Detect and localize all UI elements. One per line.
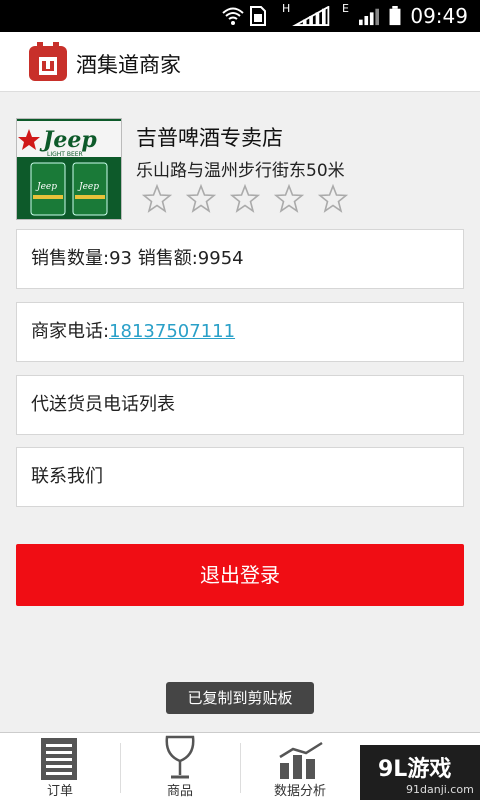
svg-text:Jeep: Jeep (35, 182, 57, 192)
shop-name: 吉普啤酒专卖店 (136, 126, 283, 150)
network-type-h: H (282, 2, 291, 15)
tab-analytics[interactable]: 数据分析 (240, 733, 360, 801)
list-icon (41, 738, 77, 780)
battery-icon (389, 6, 401, 26)
shop-header: Jeep LIGHT BEER Jeep Jeep 吉普啤酒专卖店 乐山路与温州… (16, 118, 466, 220)
sales-count-label: 销售数量: (31, 248, 110, 269)
tab-products-label: 商品 (166, 784, 193, 799)
phone-label: 商家电话: (31, 321, 110, 342)
wifi-icon (222, 7, 244, 25)
watermark-brand: 9L游戏 (378, 757, 452, 782)
signal-2-icon (359, 8, 379, 26)
app-logo-icon (29, 42, 67, 81)
tab-orders[interactable]: 订单 (0, 733, 120, 801)
svg-text:Jeep: Jeep (77, 182, 99, 192)
sim-card-icon (250, 6, 266, 26)
bar-chart-icon (279, 741, 323, 779)
delivery-phones-label: 代送货员电话列表 (31, 394, 175, 415)
signal-icon (292, 6, 330, 26)
watermark-site: 91danji.com (406, 783, 474, 796)
status-bar: H E 09:49 (0, 0, 480, 32)
svg-text:LIGHT BEER: LIGHT BEER (47, 151, 83, 158)
delivery-phones-row[interactable]: 代送货员电话列表 (16, 375, 464, 435)
site-watermark: 9L游戏 91danji.com (360, 745, 480, 800)
sales-amount-label: 销售额: (137, 248, 198, 269)
star-icon (318, 184, 348, 213)
sales-stats-box: 销售数量:93 销售额:9954 (16, 229, 464, 289)
logout-button[interactable]: 退出登录 (16, 544, 464, 606)
app-title: 酒集道商家 (76, 53, 181, 77)
tab-orders-label: 订单 (46, 784, 73, 799)
tab-products[interactable]: 商品 (120, 733, 240, 801)
star-icon (142, 184, 172, 213)
tab-analytics-label: 数据分析 (273, 784, 326, 799)
copied-toast: 已复制到剪贴板 (166, 682, 314, 714)
shop-logo-image: Jeep LIGHT BEER Jeep Jeep (17, 119, 121, 219)
network-type-e: E (342, 2, 349, 15)
rating-stars (142, 184, 362, 218)
sales-amount-value: 9954 (197, 248, 244, 269)
sales-count-value: 93 (109, 248, 132, 269)
merchant-phone-box: 商家电话:18137507111 (16, 302, 464, 362)
svg-text:Jeep: Jeep (39, 127, 97, 153)
phone-link[interactable]: 18137507111 (109, 321, 235, 342)
star-icon (274, 184, 304, 213)
contact-us-row[interactable]: 联系我们 (16, 447, 464, 507)
wine-glass-icon (165, 735, 195, 779)
star-icon (230, 184, 260, 213)
contact-us-label: 联系我们 (31, 466, 103, 487)
shop-image: Jeep LIGHT BEER Jeep Jeep (16, 118, 122, 220)
star-icon (186, 184, 216, 213)
clock: 09:49 (410, 4, 468, 28)
shop-address: 乐山路与温州步行街东50米 (136, 161, 345, 181)
app-bar: 酒集道商家 (0, 32, 480, 92)
